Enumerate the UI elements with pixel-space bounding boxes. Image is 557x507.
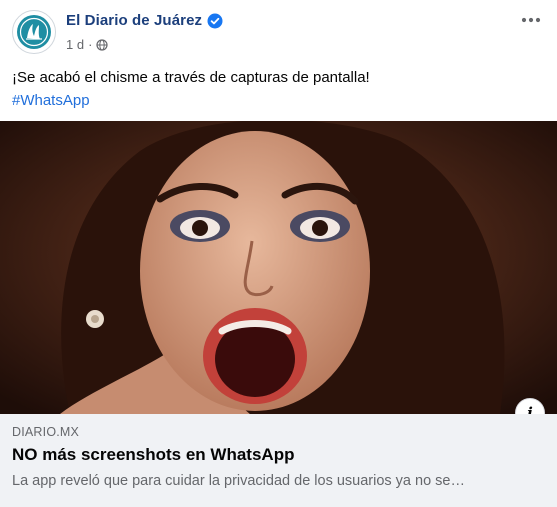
page-avatar[interactable]: [12, 10, 56, 54]
verified-badge-icon: [207, 13, 223, 28]
globe-icon[interactable]: [96, 38, 109, 51]
meta-separator: ·: [88, 37, 93, 52]
page-name-link[interactable]: El Diario de Juárez: [66, 12, 223, 29]
post-meta: 1 d ·: [66, 37, 109, 52]
more-options-icon: [521, 17, 541, 23]
facebook-post: El Diario de Juárez 1 d · ¡Se acabó el c…: [0, 0, 557, 507]
link-description: La app reveló que para cuidar la privaci…: [12, 473, 465, 489]
post-caption: ¡Se acabó el chisme a través de capturas…: [12, 66, 370, 112]
link-title[interactable]: NO más screenshots en WhatsApp: [12, 445, 294, 465]
woman-screaming-image: [0, 121, 557, 414]
more-options-button[interactable]: [515, 8, 547, 32]
caption-text: ¡Se acabó el chisme a través de capturas…: [12, 69, 370, 86]
hashtag-link[interactable]: #WhatsApp: [12, 89, 370, 112]
diario-logo-icon: [17, 15, 51, 49]
link-preview-image[interactable]: [0, 121, 557, 414]
page-name[interactable]: El Diario de Juárez: [66, 12, 202, 29]
link-domain: DIARIO.MX: [12, 425, 80, 439]
link-preview-card[interactable]: DIARIO.MX NO más screenshots en WhatsApp…: [0, 414, 557, 507]
post-timestamp[interactable]: 1 d: [66, 37, 84, 52]
